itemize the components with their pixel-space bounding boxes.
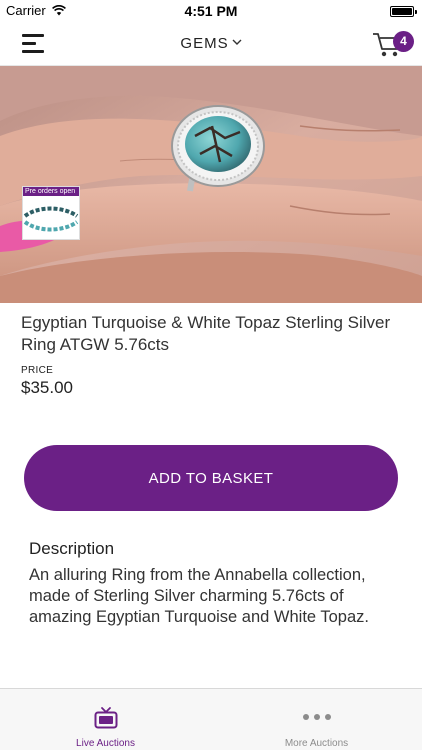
tab-bar: Live Auctions More Auctions <box>0 688 422 750</box>
description-text: An alluring Ring from the Annabella coll… <box>29 566 369 626</box>
status-bar: Carrier 4:51 PM <box>0 0 422 22</box>
product-title: Egyptian Turquoise & White Topaz Sterlin… <box>21 313 391 354</box>
menu-icon[interactable] <box>22 32 48 54</box>
add-to-basket-button[interactable]: ADD TO BASKET <box>24 445 398 511</box>
preorder-thumbnail[interactable]: Pre orders open <box>22 186 80 240</box>
more-icon <box>303 714 331 720</box>
tv-icon <box>94 707 118 729</box>
product-image: Pre orders open <box>0 66 422 303</box>
tab-label-more-auctions: More Auctions <box>284 738 349 749</box>
nav-bar: GEMS 4 <box>0 22 422 66</box>
tab-more-auctions[interactable]: More Auctions <box>211 689 422 750</box>
description-heading: Description <box>29 539 115 558</box>
cart-button[interactable]: 4 <box>370 26 416 62</box>
tab-label-live-auctions: Live Auctions <box>76 738 135 749</box>
price-value: $35.00 <box>21 378 73 397</box>
bracelet-thumbnail-image <box>23 196 79 239</box>
price-label: PRICE <box>21 365 54 376</box>
tab-live-auctions[interactable]: Live Auctions <box>0 689 211 750</box>
ring-on-hand-image <box>0 66 422 303</box>
battery-icon <box>390 6 417 17</box>
cart-count-badge: 4 <box>393 31 414 52</box>
status-time: 4:51 PM <box>184 3 238 19</box>
preorder-label: Pre orders open <box>23 187 79 196</box>
category-selector[interactable] <box>170 30 252 58</box>
